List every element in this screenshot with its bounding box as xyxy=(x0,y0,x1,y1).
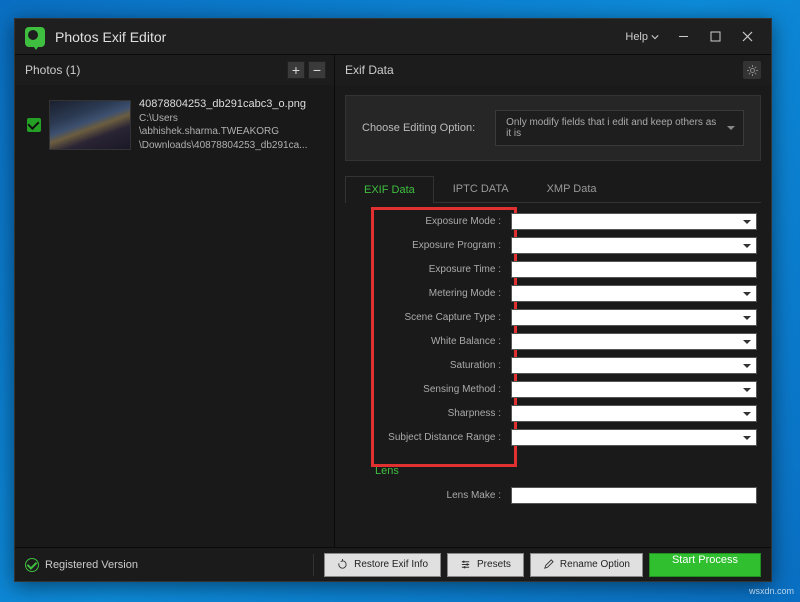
restore-label: Restore Exif Info xyxy=(354,559,428,570)
field-sensing-method: Sensing Method : xyxy=(345,381,757,398)
check-circle-icon xyxy=(25,558,39,572)
maximize-button[interactable] xyxy=(699,23,731,51)
app-body: Photos (1) + − 40878804253_db291cabc3_o.… xyxy=(15,55,771,547)
editing-option-box: Choose Editing Option: Only modify field… xyxy=(345,95,761,161)
field-lens-make: Lens Make : xyxy=(345,487,757,504)
metering-mode-select[interactable] xyxy=(511,285,757,302)
titlebar-controls: Help xyxy=(617,23,763,51)
list-item[interactable]: 40878804253_db291cabc3_o.png C:\Users \a… xyxy=(23,93,326,156)
file-path-1: C:\Users xyxy=(139,112,322,126)
restore-icon xyxy=(337,559,348,570)
tab-xmp[interactable]: XMP Data xyxy=(528,175,616,202)
close-button[interactable] xyxy=(731,23,763,51)
presets-label: Presets xyxy=(477,559,511,570)
field-saturation: Saturation : xyxy=(345,357,757,374)
exposure-program-select[interactable] xyxy=(511,237,757,254)
field-exposure-mode: Exposure Mode : xyxy=(345,213,757,230)
field-label: Subject Distance Range : xyxy=(345,432,511,443)
lens-make-input[interactable] xyxy=(511,487,757,504)
fields-scroll[interactable]: Exposure Mode : Exposure Program : Expos… xyxy=(345,203,761,537)
gear-icon xyxy=(747,65,758,76)
registered-badge: Registered Version xyxy=(25,558,303,572)
photos-title: Photos (1) xyxy=(25,63,284,77)
sharpness-select[interactable] xyxy=(511,405,757,422)
field-white-balance: White Balance : xyxy=(345,333,757,350)
app-window: Photos Exif Editor Help Photos (1) + − xyxy=(14,18,772,582)
photo-list: 40878804253_db291cabc3_o.png C:\Users \a… xyxy=(15,85,334,547)
field-subject-distance-range: Subject Distance Range : xyxy=(345,429,757,446)
exposure-time-input[interactable] xyxy=(511,261,757,278)
minimize-button[interactable] xyxy=(667,23,699,51)
field-sharpness: Sharpness : xyxy=(345,405,757,422)
white-balance-select[interactable] xyxy=(511,333,757,350)
separator xyxy=(313,554,314,576)
sliders-icon xyxy=(460,559,471,570)
field-exposure-program: Exposure Program : xyxy=(345,237,757,254)
rename-label: Rename Option xyxy=(560,559,630,570)
titlebar: Photos Exif Editor Help xyxy=(15,19,771,55)
sensing-method-select[interactable] xyxy=(511,381,757,398)
field-label: Sharpness : xyxy=(345,408,511,419)
registered-label: Registered Version xyxy=(45,559,138,571)
exposure-mode-select[interactable] xyxy=(511,213,757,230)
help-label: Help xyxy=(625,31,648,43)
saturation-select[interactable] xyxy=(511,357,757,374)
tab-iptc[interactable]: IPTC DATA xyxy=(434,175,528,202)
field-scene-capture-type: Scene Capture Type : xyxy=(345,309,757,326)
editing-option-select[interactable]: Only modify fields that i edit and keep … xyxy=(495,110,744,146)
settings-button[interactable] xyxy=(743,61,761,79)
chevron-down-icon xyxy=(651,34,659,40)
app-title: Photos Exif Editor xyxy=(55,29,617,45)
add-photo-button[interactable]: + xyxy=(287,61,305,79)
data-tabs: EXIF Data IPTC DATA XMP Data xyxy=(345,175,761,203)
help-menu[interactable]: Help xyxy=(617,27,667,47)
section-lens-label: Lens xyxy=(345,453,757,487)
photos-pane: Photos (1) + − 40878804253_db291cabc3_o.… xyxy=(15,55,335,547)
field-label: Sensing Method : xyxy=(345,384,511,395)
field-metering-mode: Metering Mode : xyxy=(345,285,757,302)
footer: Registered Version Restore Exif Info Pre… xyxy=(15,547,771,581)
presets-button[interactable]: Presets xyxy=(447,553,524,577)
file-path-3: \Downloads\40878804253_db291ca... xyxy=(139,139,322,153)
exif-pane: Exif Data Choose Editing Option: Only mo… xyxy=(335,55,771,547)
subject-distance-range-select[interactable] xyxy=(511,429,757,446)
photos-header: Photos (1) + − xyxy=(15,55,334,85)
rename-option-button[interactable]: Rename Option xyxy=(530,553,643,577)
pencil-icon xyxy=(543,559,554,570)
photo-thumbnail xyxy=(49,100,131,150)
watermark: wsxdn.com xyxy=(749,586,794,596)
field-label: Saturation : xyxy=(345,360,511,371)
file-path-2: \abhishek.sharma.TWEAKORG xyxy=(139,125,322,139)
field-label: Exposure Mode : xyxy=(345,216,511,227)
field-label: Scene Capture Type : xyxy=(345,312,511,323)
tab-exif[interactable]: EXIF Data xyxy=(345,176,434,203)
field-label: Exposure Time : xyxy=(345,264,511,275)
app-logo-icon xyxy=(25,27,45,47)
start-process-button[interactable]: Start Process xyxy=(649,553,761,577)
scene-capture-type-select[interactable] xyxy=(511,309,757,326)
field-exposure-time: Exposure Time : xyxy=(345,261,757,278)
restore-exif-button[interactable]: Restore Exif Info xyxy=(324,553,441,577)
editing-option-value: Only modify fields that i edit and keep … xyxy=(506,117,716,139)
file-meta: 40878804253_db291cabc3_o.png C:\Users \a… xyxy=(139,97,322,152)
field-label: Exposure Program : xyxy=(345,240,511,251)
start-label: Start Process xyxy=(672,554,738,566)
field-label: Metering Mode : xyxy=(345,288,511,299)
editing-option-label: Choose Editing Option: xyxy=(362,122,475,134)
exif-body: Choose Editing Option: Only modify field… xyxy=(335,85,771,547)
exif-header: Exif Data xyxy=(335,55,771,85)
file-name: 40878804253_db291cabc3_o.png xyxy=(139,97,322,112)
checkbox-icon[interactable] xyxy=(27,118,41,132)
remove-photo-button[interactable]: − xyxy=(308,61,326,79)
field-label: Lens Make : xyxy=(345,490,511,501)
exif-title: Exif Data xyxy=(345,63,394,77)
field-label: White Balance : xyxy=(345,336,511,347)
